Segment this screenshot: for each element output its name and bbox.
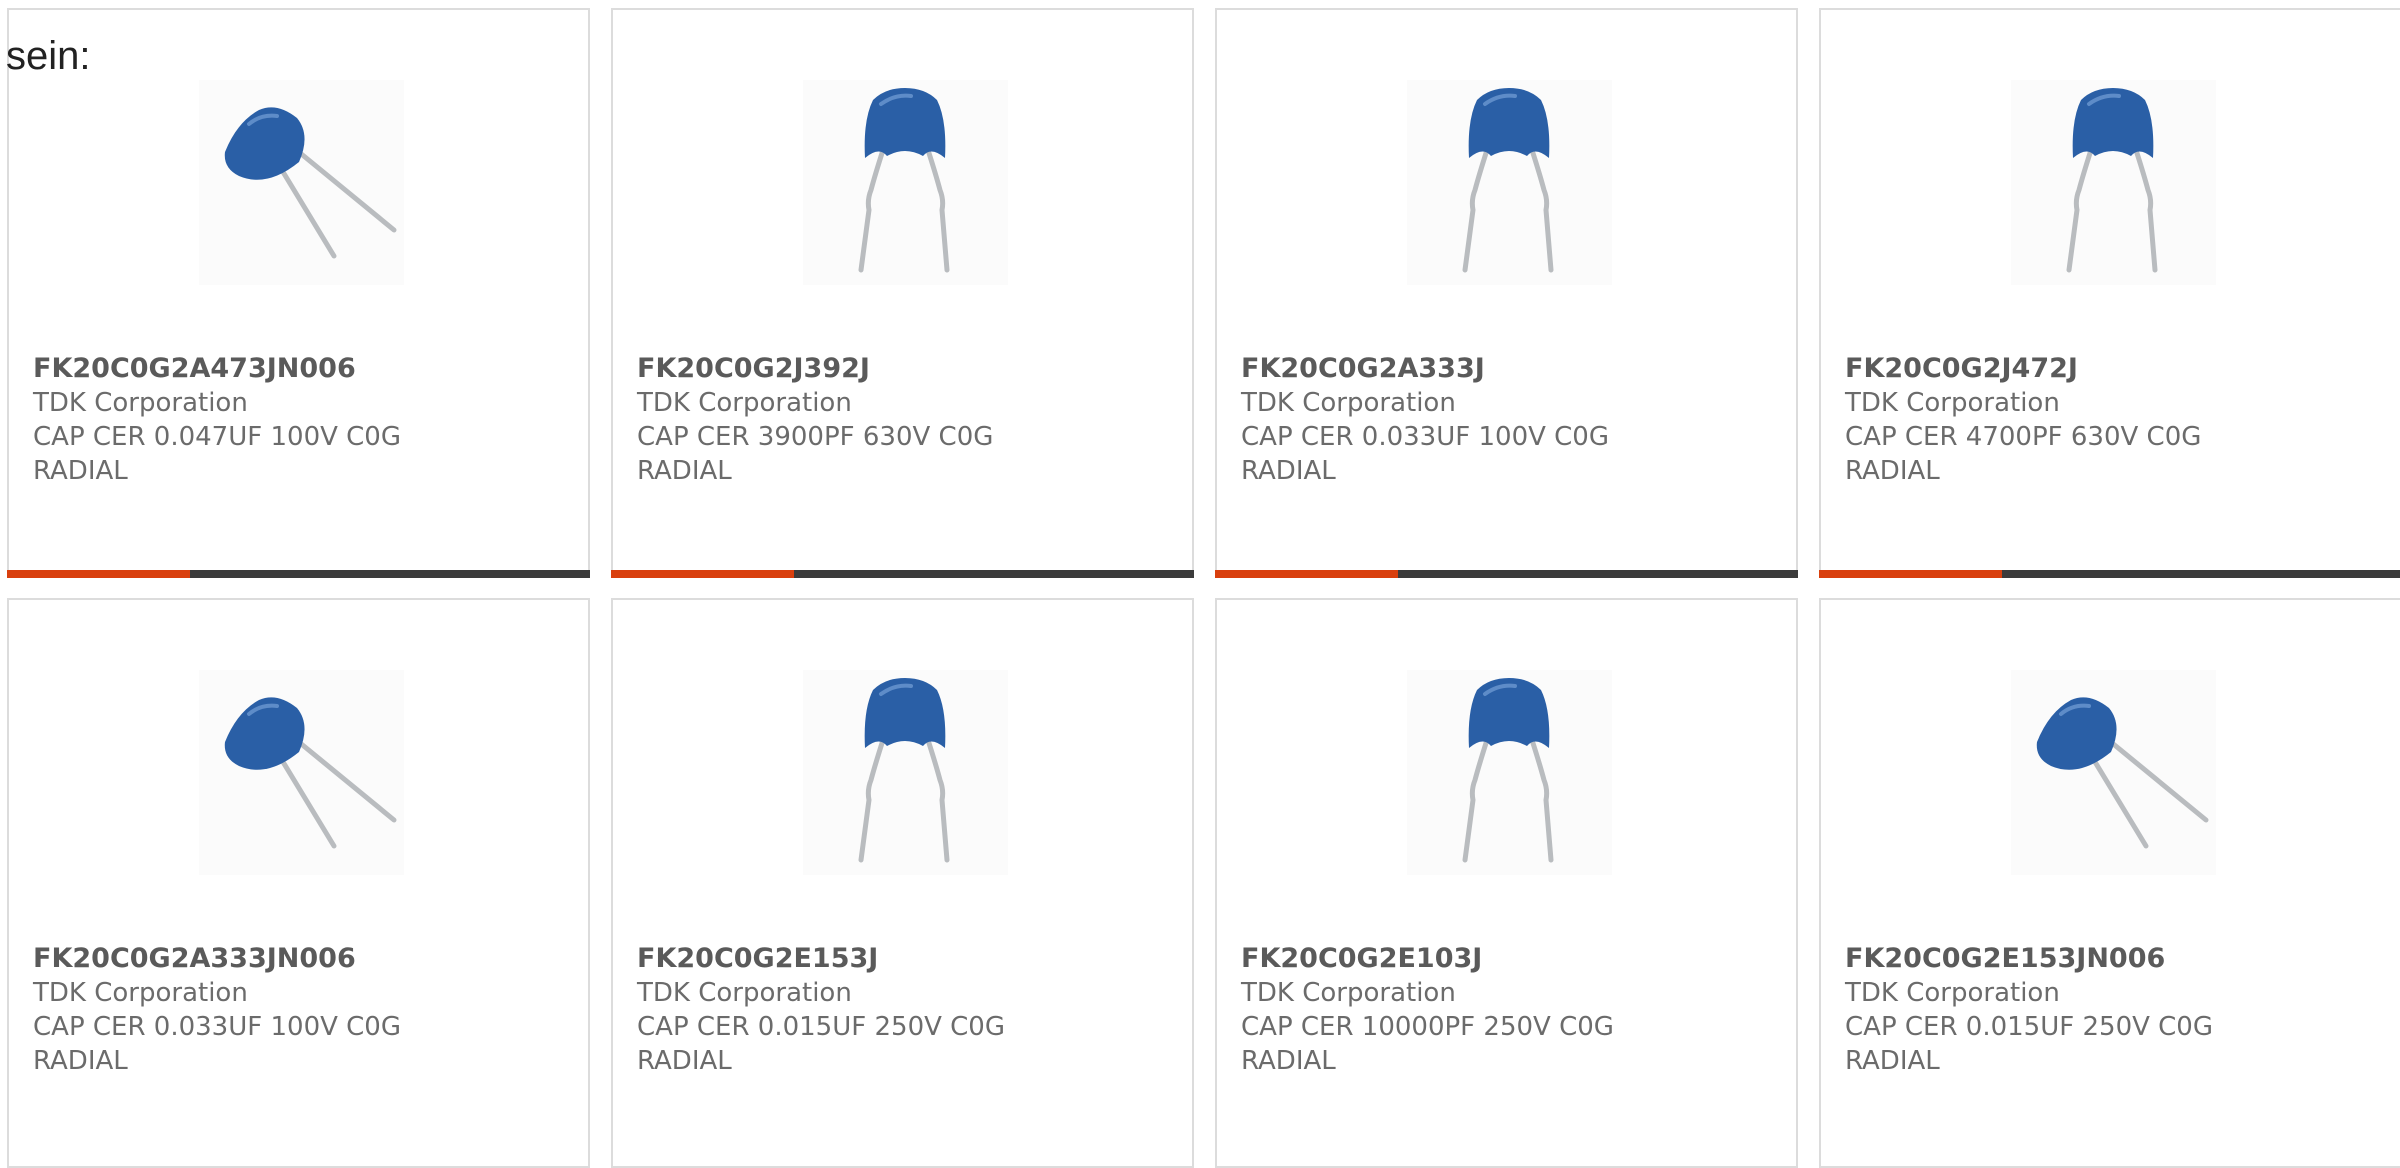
card-accent-bar <box>1215 570 1798 578</box>
product-description: CAP CER 0.015UF 250V C0G <box>637 1012 1005 1042</box>
product-info: FK20C0G2E153J TDK Corporation CAP CER 0.… <box>637 942 1167 1078</box>
product-description: CAP CER 0.015UF 250V C0G <box>1845 1012 2213 1042</box>
package-type: RADIAL <box>1845 1046 1940 1076</box>
product-info: FK20C0G2E103J TDK Corporation CAP CER 10… <box>1241 942 1771 1078</box>
package-type: RADIAL <box>637 1046 732 1076</box>
product-info: FK20C0G2A473JN006 TDK Corporation CAP CE… <box>33 352 563 488</box>
manufacturer: TDK Corporation <box>1845 978 2060 1008</box>
product-image[interactable] <box>2011 670 2216 875</box>
package-type: RADIAL <box>1845 456 1940 486</box>
product-description: CAP CER 0.033UF 100V C0G <box>1241 422 1609 452</box>
product-grid: FK20C0G2A473JN006 TDK Corporation CAP CE… <box>0 0 2400 1168</box>
part-number[interactable]: FK20C0G2A473JN006 <box>33 352 563 386</box>
product-info: FK20C0G2E153JN006 TDK Corporation CAP CE… <box>1845 942 2375 1078</box>
product-info: FK20C0G2J472J TDK Corporation CAP CER 47… <box>1845 352 2375 488</box>
product-card[interactable]: FK20C0G2A333JN006 TDK Corporation CAP CE… <box>7 598 590 1168</box>
product-card[interactable]: FK20C0G2J472J TDK Corporation CAP CER 47… <box>1819 8 2400 578</box>
product-image[interactable] <box>1407 80 1612 285</box>
part-number[interactable]: FK20C0G2E153JN006 <box>1845 942 2375 976</box>
product-card[interactable]: FK20C0G2E153J TDK Corporation CAP CER 0.… <box>611 598 1194 1168</box>
product-image[interactable] <box>803 80 1008 285</box>
product-card[interactable]: FK20C0G2E153JN006 TDK Corporation CAP CE… <box>1819 598 2400 1168</box>
card-accent-bar <box>611 570 1194 578</box>
capacitor-tilted-icon <box>224 107 397 259</box>
product-image[interactable] <box>199 80 404 285</box>
capacitor-upright-icon <box>2066 88 2158 273</box>
part-number[interactable]: FK20C0G2A333JN006 <box>33 942 563 976</box>
package-type: RADIAL <box>637 456 732 486</box>
capacitor-tilted-icon <box>2036 697 2209 849</box>
product-description: CAP CER 4700PF 630V C0G <box>1845 422 2202 452</box>
product-description: CAP CER 0.047UF 100V C0G <box>33 422 401 452</box>
package-type: RADIAL <box>33 456 128 486</box>
product-info: FK20C0G2A333J TDK Corporation CAP CER 0.… <box>1241 352 1771 488</box>
product-image[interactable] <box>2011 80 2216 285</box>
capacitor-tilted-icon <box>224 697 397 849</box>
manufacturer: TDK Corporation <box>1241 978 1456 1008</box>
product-info: FK20C0G2A333JN006 TDK Corporation CAP CE… <box>33 942 563 1078</box>
manufacturer: TDK Corporation <box>637 978 852 1008</box>
product-info: FK20C0G2J392J TDK Corporation CAP CER 39… <box>637 352 1167 488</box>
part-number[interactable]: FK20C0G2E153J <box>637 942 1167 976</box>
card-accent-bar <box>7 570 590 578</box>
package-type: RADIAL <box>33 1046 128 1076</box>
manufacturer: TDK Corporation <box>33 388 248 418</box>
product-image[interactable] <box>199 670 404 875</box>
manufacturer: TDK Corporation <box>1241 388 1456 418</box>
manufacturer: TDK Corporation <box>637 388 852 418</box>
product-description: CAP CER 10000PF 250V C0G <box>1241 1012 1614 1042</box>
capacitor-upright-icon <box>1462 88 1554 273</box>
part-number[interactable]: FK20C0G2J392J <box>637 352 1167 386</box>
product-description: CAP CER 0.033UF 100V C0G <box>33 1012 401 1042</box>
product-card[interactable]: FK20C0G2E103J TDK Corporation CAP CER 10… <box>1215 598 1798 1168</box>
package-type: RADIAL <box>1241 456 1336 486</box>
part-number[interactable]: FK20C0G2A333J <box>1241 352 1771 386</box>
product-card[interactable]: FK20C0G2A473JN006 TDK Corporation CAP CE… <box>7 8 590 578</box>
product-description: CAP CER 3900PF 630V C0G <box>637 422 994 452</box>
manufacturer: TDK Corporation <box>1845 388 2060 418</box>
manufacturer: TDK Corporation <box>33 978 248 1008</box>
capacitor-upright-icon <box>858 88 950 273</box>
capacitor-upright-icon <box>1462 678 1554 863</box>
intro-text: sein: <box>6 34 91 78</box>
package-type: RADIAL <box>1241 1046 1336 1076</box>
capacitor-upright-icon <box>858 678 950 863</box>
card-accent-bar <box>1819 570 2400 578</box>
part-number[interactable]: FK20C0G2J472J <box>1845 352 2375 386</box>
product-image[interactable] <box>1407 670 1612 875</box>
part-number[interactable]: FK20C0G2E103J <box>1241 942 1771 976</box>
product-card[interactable]: FK20C0G2A333J TDK Corporation CAP CER 0.… <box>1215 8 1798 578</box>
product-image[interactable] <box>803 670 1008 875</box>
product-card[interactable]: FK20C0G2J392J TDK Corporation CAP CER 39… <box>611 8 1194 578</box>
